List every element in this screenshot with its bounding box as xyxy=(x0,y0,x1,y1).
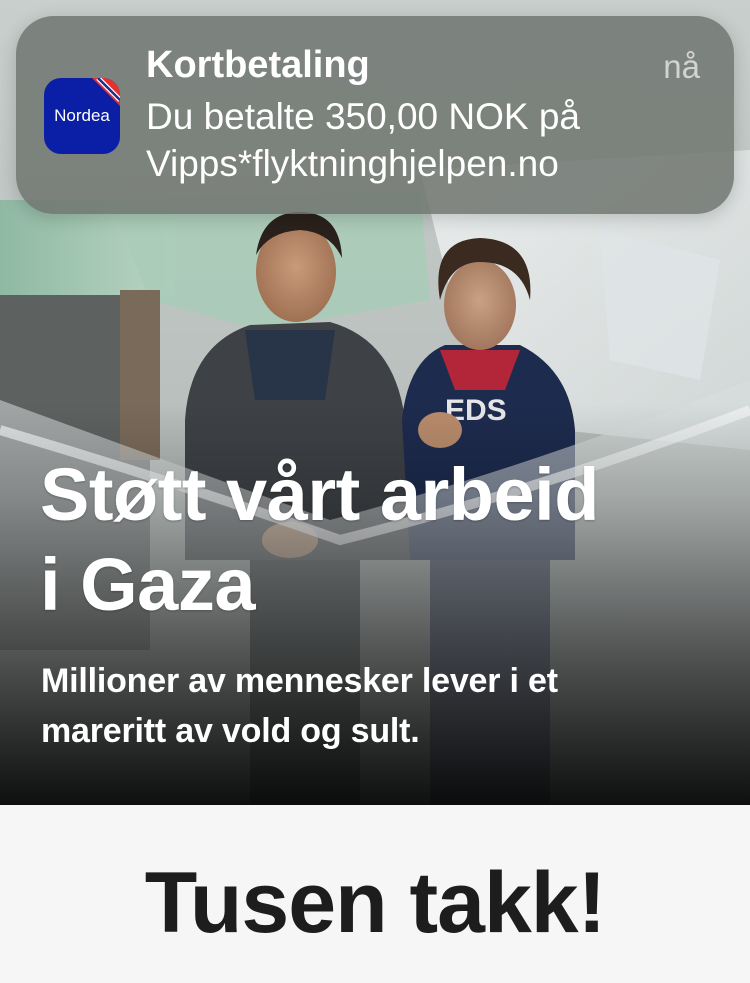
payment-notification-banner[interactable]: Nordea Kortbetaling nå Du betalte 350,00… xyxy=(16,16,734,214)
hero-headline-line-2: i Gaza xyxy=(40,543,256,626)
notification-timestamp: nå xyxy=(663,48,700,85)
hero-subheadline: Millioner av mennesker lever i et mareri… xyxy=(41,656,711,756)
hero-subheadline-line-1: Millioner av mennesker lever i et xyxy=(41,662,558,700)
hero-headline: Støtt vårt arbeid i Gaza xyxy=(40,450,720,630)
norway-flag-icon xyxy=(92,78,120,106)
nordea-logo-text: Nordea xyxy=(54,106,110,125)
hero-subheadline-line-2: mareritt av vold og sult. xyxy=(41,712,420,750)
thank-you-section: Tusen takk! xyxy=(0,805,750,983)
notification-message-line-2: Vipps*flyktninghjelpen.no xyxy=(146,143,559,184)
thank-you-heading: Tusen takk! xyxy=(144,855,607,951)
nordea-app-icon: Nordea xyxy=(44,78,120,154)
notification-title: Kortbetaling xyxy=(146,44,370,86)
donation-confirmation-screen: EDS Støtt vårt arbeid i Gaza Millioner a… xyxy=(0,0,750,983)
hero-headline-line-1: Støtt vårt arbeid xyxy=(40,453,599,536)
notification-message: Du betalte 350,00 NOK på Vipps*flyktning… xyxy=(146,93,706,187)
notification-message-line-1: Du betalte 350,00 NOK på xyxy=(146,96,581,137)
